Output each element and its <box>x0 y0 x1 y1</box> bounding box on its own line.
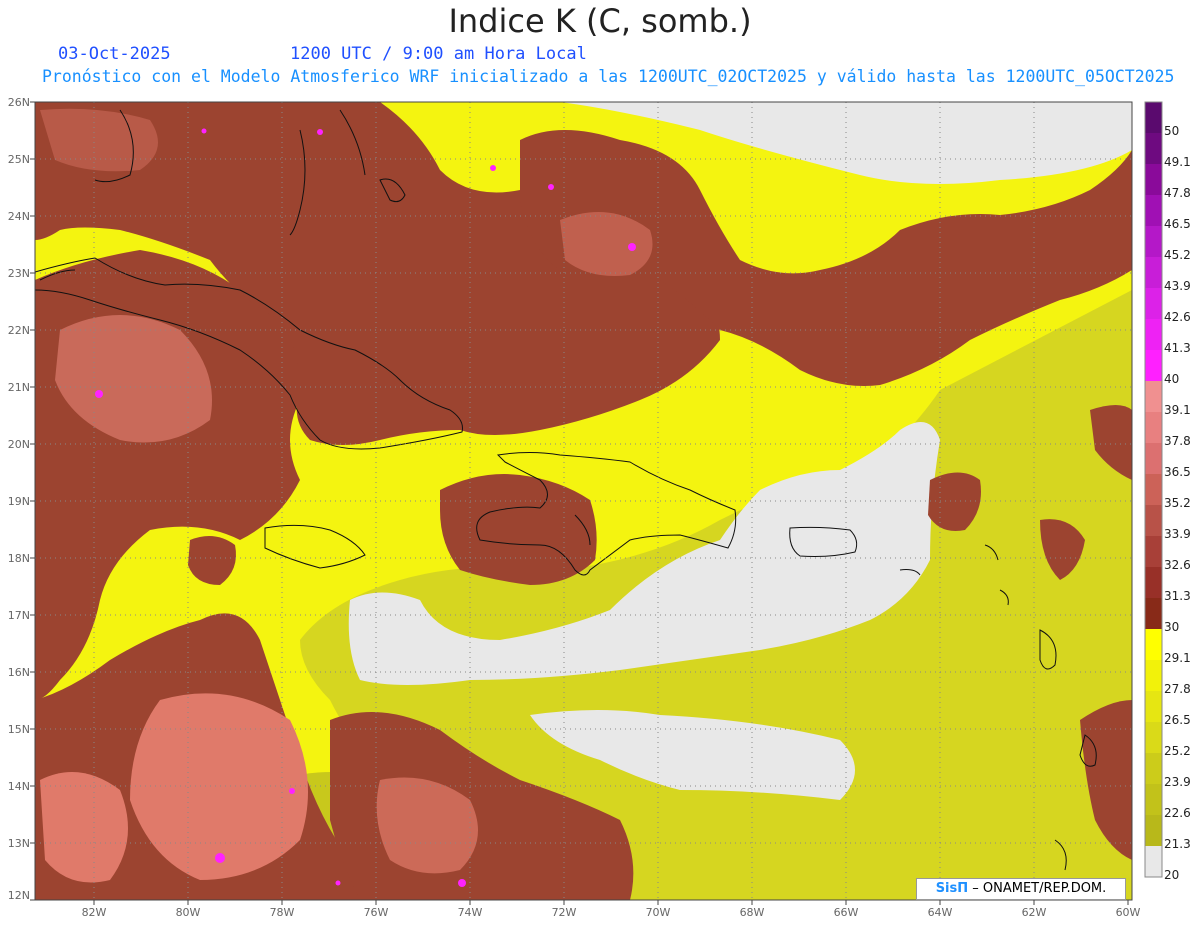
lon-label: 78W <box>269 906 295 919</box>
colorbar-label: 40 <box>1164 372 1180 386</box>
colorbar-swatch <box>1145 412 1162 443</box>
colorbar-swatch <box>1145 350 1162 381</box>
colorbar-swatch <box>1145 567 1162 598</box>
colorbar-label: 36.5 <box>1164 465 1191 479</box>
colorbar-swatch <box>1145 536 1162 567</box>
colorbar <box>1144 101 1163 878</box>
lat-label: 15N <box>7 723 30 736</box>
lon-label: 66W <box>833 906 859 919</box>
lat-label: 18N <box>7 552 30 565</box>
colorbar-swatch <box>1145 164 1162 195</box>
colorbar-label: 50 <box>1164 124 1180 138</box>
colorbar-swatch <box>1145 381 1162 412</box>
map-field <box>35 102 1132 900</box>
colorbar-swatch <box>1145 505 1162 536</box>
k-index-map <box>30 101 1163 905</box>
lat-label: 12N <box>7 889 30 902</box>
colorbar-swatch <box>1145 846 1162 877</box>
colorbar-swatch <box>1145 784 1162 815</box>
lon-label: 72W <box>551 906 577 919</box>
credit-box: SisΠ – ONAMET/REP.DOM. <box>916 878 1126 900</box>
colorbar-swatch <box>1145 660 1162 691</box>
colorbar-swatch <box>1145 195 1162 226</box>
colorbar-swatch <box>1145 474 1162 505</box>
colorbar-swatch <box>1145 598 1162 629</box>
sispi-logo: SisΠ <box>935 881 969 896</box>
colorbar-swatch <box>1145 102 1162 133</box>
lon-label: 76W <box>363 906 389 919</box>
colorbar-label: 35.2 <box>1164 496 1191 510</box>
colorbar-label: 41.3 <box>1164 341 1191 355</box>
lat-label: 23N <box>7 267 30 280</box>
colorbar-swatch <box>1145 722 1162 753</box>
colorbar-label: 42.6 <box>1164 310 1191 324</box>
colorbar-label: 20 <box>1164 868 1180 882</box>
lon-label: 74W <box>457 906 483 919</box>
colorbar-label: 27.8 <box>1164 682 1191 696</box>
colorbar-swatch <box>1145 257 1162 288</box>
lat-label: 13N <box>7 837 30 850</box>
lon-label: 82W <box>81 906 107 919</box>
credit-text: – ONAMET/REP.DOM. <box>972 881 1107 896</box>
lon-label: 60W <box>1115 906 1141 919</box>
lat-label: 17N <box>7 609 30 622</box>
lat-label: 19N <box>7 495 30 508</box>
colorbar-label: 31.3 <box>1164 589 1191 603</box>
lat-label: 21N <box>7 381 30 394</box>
lat-label: 22N <box>7 324 30 337</box>
colorbar-label: 25.2 <box>1164 744 1191 758</box>
colorbar-swatch <box>1145 288 1162 319</box>
colorbar-label: 46.5 <box>1164 217 1191 231</box>
colorbar-swatch <box>1145 815 1162 846</box>
lat-label: 25N <box>7 153 30 166</box>
colorbar-label: 39.1 <box>1164 403 1191 417</box>
lat-label: 14N <box>7 780 30 793</box>
colorbar-swatch <box>1145 691 1162 722</box>
colorbar-label: 43.9 <box>1164 279 1191 293</box>
lon-label: 80W <box>175 906 201 919</box>
lon-label: 70W <box>645 906 671 919</box>
colorbar-label: 22.6 <box>1164 806 1191 820</box>
colorbar-label: 29.1 <box>1164 651 1191 665</box>
colorbar-label: 21.3 <box>1164 837 1191 851</box>
colorbar-swatch <box>1145 226 1162 257</box>
colorbar-swatch <box>1145 629 1162 660</box>
colorbar-label: 32.6 <box>1164 558 1191 572</box>
colorbar-label: 49.1 <box>1164 155 1191 169</box>
colorbar-swatch <box>1145 133 1162 164</box>
lon-label: 62W <box>1021 906 1047 919</box>
colorbar-label: 33.9 <box>1164 527 1191 541</box>
colorbar-label: 47.8 <box>1164 186 1191 200</box>
lat-label: 20N <box>7 438 30 451</box>
colorbar-swatch <box>1145 319 1162 350</box>
colorbar-label: 23.9 <box>1164 775 1191 789</box>
colorbar-label: 37.8 <box>1164 434 1191 448</box>
colorbar-label: 30 <box>1164 620 1180 634</box>
lat-label: 16N <box>7 666 30 679</box>
colorbar-swatch <box>1145 753 1162 784</box>
lon-label: 68W <box>739 906 765 919</box>
lat-label: 24N <box>7 210 30 223</box>
colorbar-label: 45.2 <box>1164 248 1191 262</box>
lon-label: 64W <box>927 906 953 919</box>
colorbar-label: 26.5 <box>1164 713 1191 727</box>
lat-label: 26N <box>7 96 30 109</box>
colorbar-swatch <box>1145 443 1162 474</box>
